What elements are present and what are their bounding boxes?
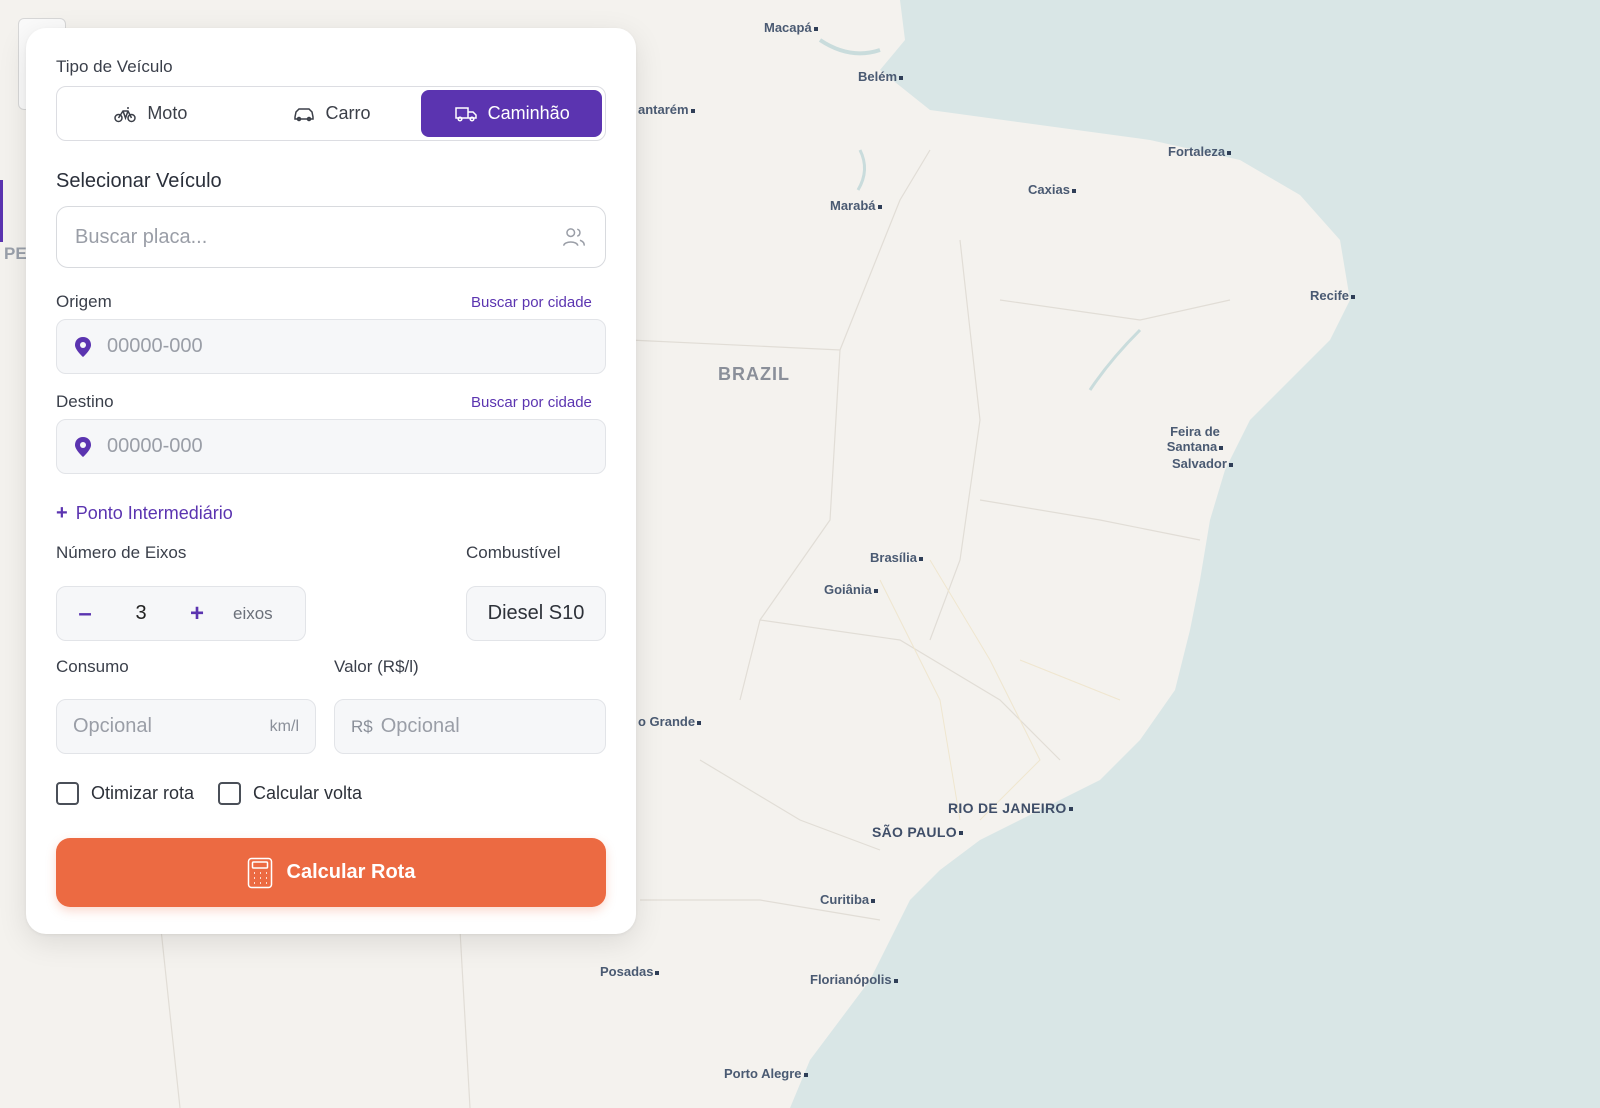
- vehicle-type-label: Caminhão: [487, 103, 570, 123]
- map-left-accent-bar: [0, 180, 3, 242]
- calculate-return-label: Calcular volta: [253, 783, 363, 803]
- map-edge-label: PE: [4, 244, 27, 263]
- city-label: Goiânia: [824, 582, 878, 597]
- price-field: R$: [334, 699, 606, 754]
- axles-unit: eixos: [233, 603, 273, 623]
- city-label: o Grande: [638, 714, 702, 729]
- checkbox-box[interactable]: [56, 782, 79, 805]
- city-label: Marabá: [830, 198, 882, 213]
- car-icon: [293, 107, 314, 121]
- price-label: Valor (R$/l): [334, 657, 419, 676]
- city-label: Fortaleza: [1168, 144, 1232, 159]
- vehicle-type-moto[interactable]: Moto: [60, 90, 241, 137]
- axles-label: Número de Eixos: [56, 543, 187, 562]
- destination-label: Destino: [56, 392, 114, 411]
- map-pin-icon: [75, 336, 91, 357]
- consumption-unit: km/l: [269, 717, 299, 735]
- vehicle-type-label: Moto: [147, 103, 188, 123]
- vehicle-type-label: Tipo de Veículo: [56, 57, 173, 76]
- plate-search: [56, 206, 606, 268]
- city-label: Brasília: [870, 550, 923, 565]
- origin-cep-input[interactable]: [107, 335, 589, 358]
- city-label: Recife: [1310, 288, 1356, 303]
- city-label: Macapá: [764, 20, 818, 35]
- destination-search-by-city-link[interactable]: Buscar por cidade: [471, 394, 592, 411]
- consumption-field: km/l: [56, 699, 316, 754]
- city-label: Feira de Santana: [1160, 424, 1230, 454]
- calculate-return-checkbox[interactable]: Calcular volta: [218, 782, 362, 805]
- map-pin-icon: [75, 436, 91, 457]
- city-label: antarém: [638, 102, 695, 117]
- fuel-label: Combustível: [466, 543, 561, 562]
- calculate-route-button[interactable]: Calcular Rota: [56, 838, 606, 907]
- origin-label: Origem: [56, 292, 112, 311]
- destination-field: [56, 419, 606, 474]
- city-label: Florianópolis: [810, 972, 898, 987]
- checkbox-box[interactable]: [218, 782, 241, 805]
- consumption-input[interactable]: [73, 715, 270, 738]
- truck-icon: [454, 106, 477, 122]
- select-vehicle-label: Selecionar Veículo: [56, 170, 222, 192]
- vehicle-type-label: Carro: [325, 103, 371, 123]
- axles-increment-button[interactable]: +: [169, 600, 225, 628]
- city-label: Salvador: [1172, 456, 1233, 471]
- calculator-icon: [247, 857, 272, 888]
- fuel-select[interactable]: Diesel S10: [466, 586, 606, 641]
- axles-stepper: – 3 + eixos: [56, 586, 306, 641]
- axles-value: 3: [135, 602, 147, 624]
- add-waypoint-label: Ponto Intermediário: [75, 503, 233, 523]
- city-label: SÃO PAULO: [872, 825, 963, 840]
- price-input[interactable]: [380, 715, 589, 738]
- consumption-label: Consumo: [56, 657, 129, 676]
- city-label: Porto Alegre: [724, 1066, 808, 1081]
- currency-prefix: R$: [351, 716, 373, 736]
- city-label: RIO DE JANEIRO: [948, 801, 1073, 816]
- destination-cep-input[interactable]: [107, 435, 589, 458]
- bicycle-icon: [114, 106, 137, 122]
- optimize-route-checkbox[interactable]: Otimizar rota: [56, 782, 194, 805]
- plate-search-input[interactable]: [75, 225, 561, 249]
- country-label: BRAZIL: [718, 364, 790, 384]
- origin-search-by-city-link[interactable]: Buscar por cidade: [471, 294, 592, 311]
- vehicle-type-carro[interactable]: Carro: [241, 90, 422, 137]
- vehicle-type-selector: Moto Carro Caminhão: [56, 86, 606, 141]
- city-label: Belém: [858, 69, 904, 84]
- city-label: Curitiba: [820, 892, 876, 907]
- vehicle-type-caminhao[interactable]: Caminhão: [421, 90, 603, 137]
- axles-decrement-button[interactable]: –: [57, 600, 113, 628]
- city-label: Caxias: [1028, 182, 1076, 197]
- origin-field: [56, 319, 606, 374]
- route-form-panel: Tipo de Veículo Moto Carro Caminhão Sele…: [26, 28, 636, 934]
- add-waypoint-button[interactable]: + Ponto Intermediário: [56, 502, 233, 525]
- calculate-route-label: Calcular Rota: [286, 861, 416, 883]
- plus-icon: +: [56, 502, 68, 524]
- city-label: Posadas: [600, 964, 660, 979]
- users-icon: [562, 228, 586, 246]
- optimize-route-label: Otimizar rota: [91, 783, 195, 803]
